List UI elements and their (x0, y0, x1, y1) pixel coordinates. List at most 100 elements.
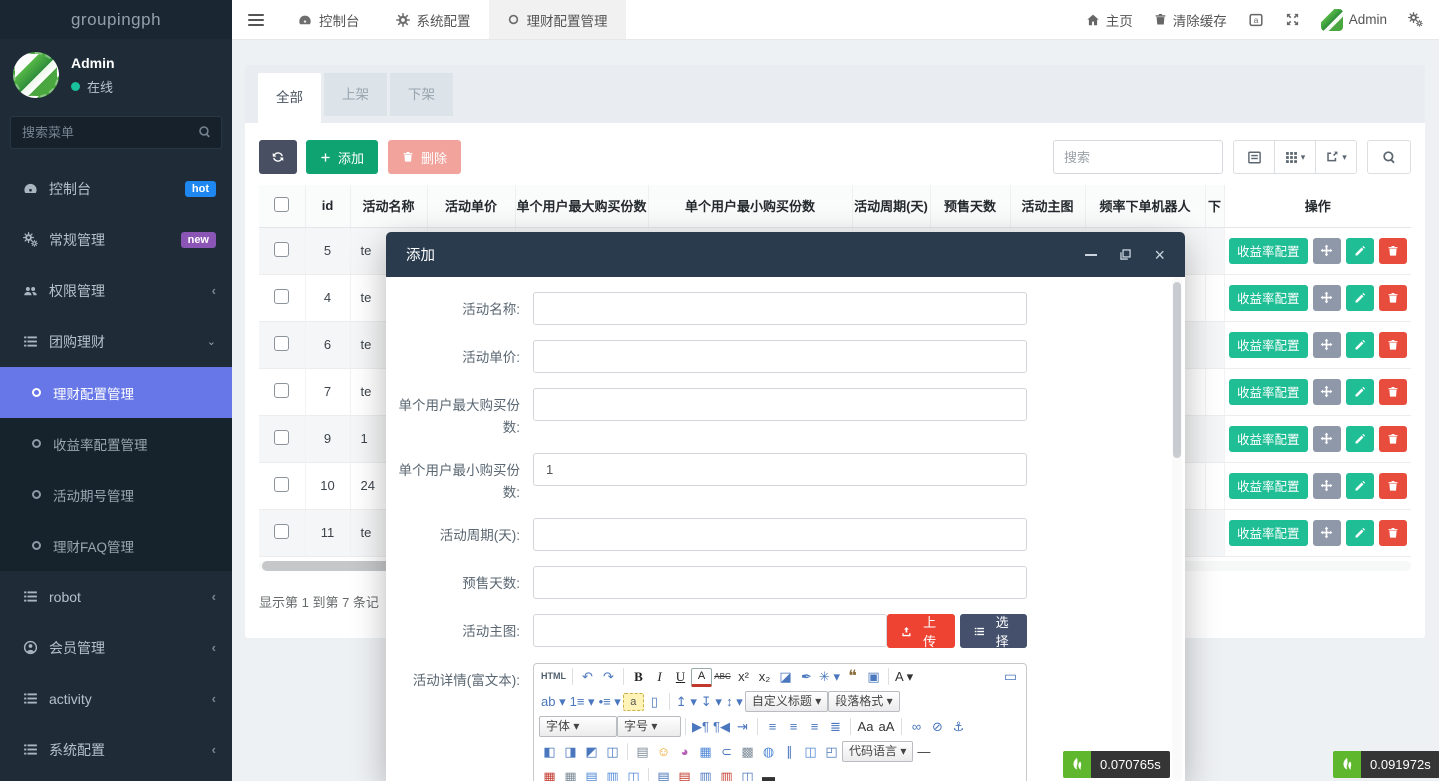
drag-sort-button[interactable] (1313, 379, 1341, 405)
bold-icon[interactable]: B (628, 666, 649, 687)
avatar[interactable] (13, 52, 59, 98)
columns-button[interactable]: ▾ (1274, 140, 1316, 174)
clear-cache-link[interactable]: 清除缓存 (1154, 10, 1227, 30)
choose-button[interactable]: 选择 (960, 614, 1028, 648)
home-link[interactable]: 主页 (1086, 10, 1133, 30)
toolbar-separator[interactable] (623, 668, 624, 685)
rate-config-button[interactable]: 收益率配置 (1229, 238, 1308, 264)
delete-col-icon[interactable]: ▥ (716, 766, 737, 781)
drag-sort-button[interactable] (1313, 520, 1341, 546)
column-header-clipped[interactable]: 下 (1205, 185, 1224, 227)
drag-sort-button[interactable] (1313, 238, 1341, 264)
dialog-titlebar[interactable]: 添加 × (386, 232, 1185, 277)
delete-row-button[interactable] (1379, 473, 1407, 499)
ordered-list-icon[interactable]: 1≡ ▾ (568, 691, 597, 712)
drag-sort-button[interactable] (1313, 285, 1341, 311)
table-delete-icon[interactable]: ▦ (560, 766, 581, 781)
sidebar-item-dashboard[interactable]: 控制台 hot (0, 163, 232, 214)
advanced-search-button[interactable] (1367, 140, 1411, 174)
edit-button[interactable] (1346, 285, 1374, 311)
rate-config-button[interactable]: 收益率配置 (1229, 285, 1308, 311)
eraser-icon[interactable]: ◪ (775, 666, 796, 687)
spellcheck-icon[interactable]: ab ▾ (539, 691, 568, 712)
add-button[interactable]: 添加 (306, 140, 378, 174)
minimize-button[interactable] (1085, 254, 1097, 256)
column-header-id[interactable]: id (305, 185, 350, 227)
upload-button[interactable]: 上传 (887, 614, 955, 648)
drag-sort-button[interactable] (1313, 473, 1341, 499)
ltr-icon[interactable]: ▶¶ (690, 716, 711, 737)
rate-config-button[interactable]: 收益率配置 (1229, 473, 1308, 499)
insert-image-icon[interactable]: ▤ (632, 741, 653, 762)
sidebar-item-system-config[interactable]: 系统配置 ‹ (0, 724, 232, 775)
select-all-checkbox[interactable] (274, 197, 289, 212)
cycle-days-input[interactable] (533, 518, 1027, 551)
detail-view-button[interactable] (1233, 140, 1275, 174)
min-buy-input[interactable] (533, 453, 1027, 486)
delete-row-button[interactable] (1379, 379, 1407, 405)
row-op-icon[interactable]: ▤ (581, 766, 602, 781)
lowercase-icon[interactable]: aA (876, 716, 897, 737)
format-brush-icon[interactable]: ✒ (796, 666, 817, 687)
export-button[interactable]: ▾ (1315, 140, 1357, 174)
font-size-select[interactable]: 字号 ▾ (617, 716, 681, 737)
dialog-scrollbar[interactable] (1172, 277, 1182, 781)
sidebar-item-robot[interactable]: robot ‹ (0, 571, 232, 622)
hr-icon[interactable]: — (913, 741, 934, 762)
language-switch[interactable] (1248, 12, 1264, 28)
paragraph-top-icon[interactable]: ↥ ▾ (674, 691, 699, 712)
rtl-icon[interactable]: ¶◀ (711, 716, 732, 737)
custom-title-select[interactable]: 自定义标题 ▾ (745, 691, 828, 712)
toolbar-separator[interactable] (757, 718, 758, 735)
toolbar-separator[interactable] (648, 768, 649, 781)
sidebar-item-auth[interactable]: 权限管理 ‹ (0, 265, 232, 316)
menu-toggle-icon[interactable] (232, 0, 280, 39)
italic-icon[interactable]: I (649, 666, 670, 687)
column-header-robot[interactable]: 频率下单机器人 (1085, 185, 1205, 227)
font-menu-icon[interactable]: A ▾ (893, 666, 915, 687)
table-search-input[interactable] (1053, 140, 1223, 174)
toolbar-separator[interactable] (901, 718, 902, 735)
row-checkbox[interactable] (274, 524, 289, 539)
align-center-icon[interactable]: ≡ (783, 716, 804, 737)
rate-config-button[interactable]: 收益率配置 (1229, 520, 1308, 546)
navtab-system-config[interactable]: 系统配置 (378, 0, 489, 39)
row-checkbox[interactable] (274, 289, 289, 304)
insert-row-icon[interactable]: ▤ (653, 766, 674, 781)
preview-icon[interactable]: ▭ (1000, 666, 1021, 687)
image-block-icon[interactable]: ◫ (602, 741, 623, 762)
edit-button[interactable] (1346, 426, 1374, 452)
anchor-icon[interactable]: ⚓ (948, 716, 969, 737)
toolbar-separator[interactable] (888, 668, 889, 685)
edit-button[interactable] (1346, 473, 1374, 499)
tab-all[interactable]: 全部 (258, 73, 321, 123)
video-icon[interactable]: ▦ (695, 741, 716, 762)
indent-icon[interactable]: ⇥ (732, 716, 753, 737)
emoji-icon[interactable]: ☺ (653, 741, 674, 762)
rate-config-button[interactable]: 收益率配置 (1229, 332, 1308, 358)
main-image-input[interactable] (533, 614, 887, 647)
column-header-max-buy[interactable]: 单个用户最大购买份数 (515, 185, 648, 227)
fullscreen-toggle[interactable] (1285, 12, 1300, 27)
sidebar-item-members[interactable]: 会员管理 ‹ (0, 622, 232, 673)
blockquote-icon[interactable]: ❝ (842, 666, 863, 687)
column-header-cycle[interactable]: 活动周期(天) (852, 185, 930, 227)
unordered-list-icon[interactable]: •≡ ▾ (597, 691, 623, 712)
source-code-icon[interactable]: HTML (539, 666, 568, 687)
image-map-icon[interactable]: ▩ (737, 741, 758, 762)
full-row-icon[interactable]: ▬ (758, 766, 779, 781)
column-header-price[interactable]: 活动单价 (427, 185, 515, 227)
search-icon[interactable] (198, 125, 212, 139)
close-button[interactable]: × (1154, 246, 1165, 264)
rich-text-editor[interactable]: HTML↶↷BIUAABCx²x₂◪✒✳ ▾❝▣A ▾▭ ab ▾1≡ ▾•≡ … (533, 663, 1027, 781)
sidebar-item-rate-config[interactable]: 收益率配置管理 (0, 418, 232, 469)
row-checkbox[interactable] (274, 242, 289, 257)
sidebar-item-group-finance[interactable]: 团购理财 ⌄ (0, 316, 232, 367)
activity-name-input[interactable] (533, 292, 1027, 325)
line-height-icon[interactable]: ↕ ▾ (724, 691, 745, 712)
align-justify-icon[interactable]: ≣ (825, 716, 846, 737)
new-page-icon[interactable]: ▯ (644, 691, 665, 712)
row-checkbox[interactable] (274, 477, 289, 492)
paragraph-format-select[interactable]: 段落格式 ▾ (828, 691, 899, 712)
unlink-icon[interactable]: ⊘ (927, 716, 948, 737)
